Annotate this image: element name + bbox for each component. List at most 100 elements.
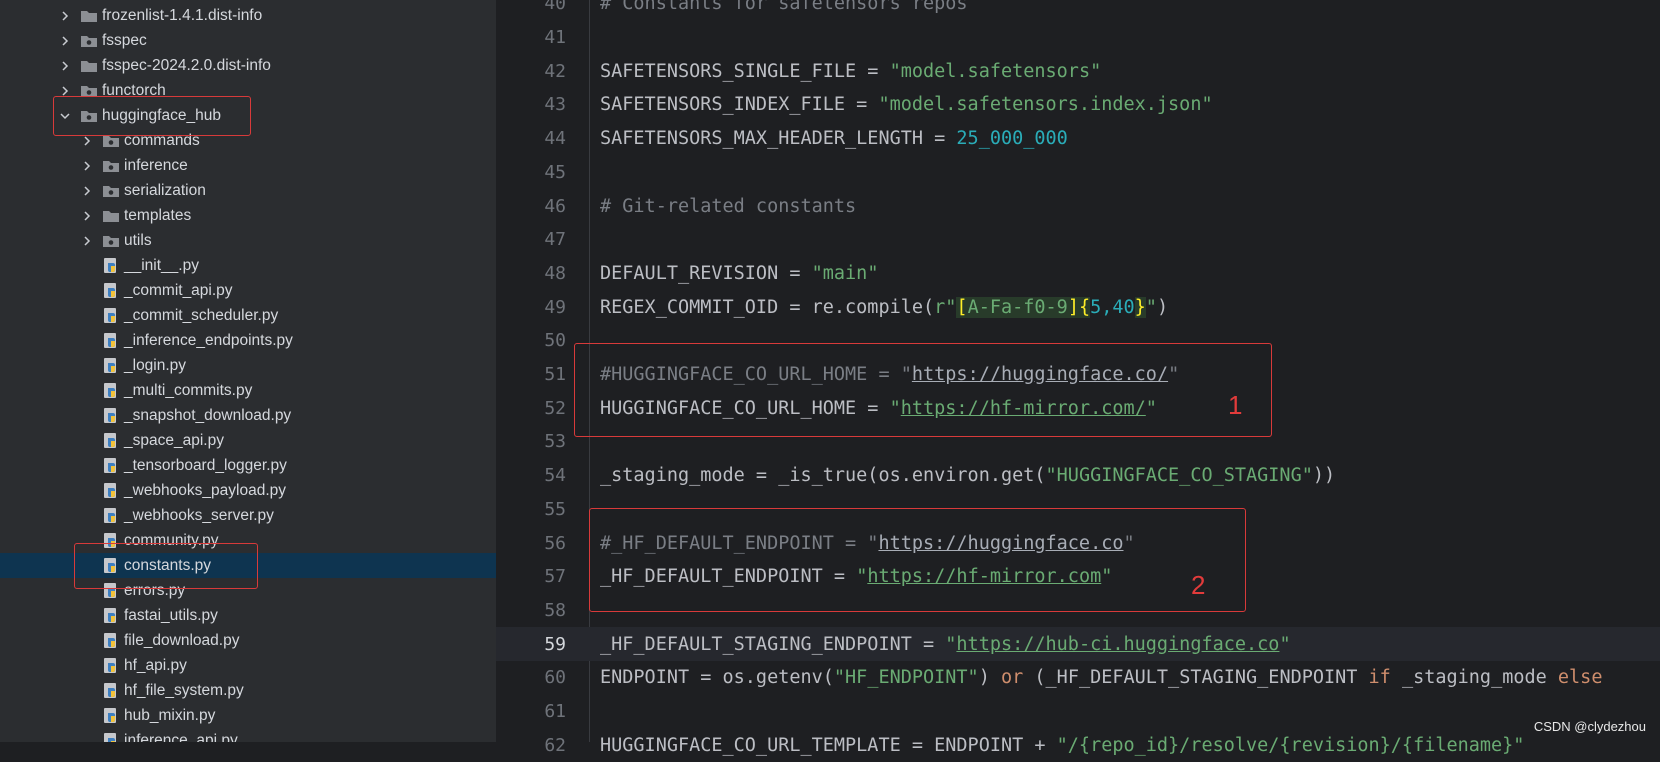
code-line[interactable]: 42 SAFETENSORS_SINGLE_FILE = "model.safet… — [496, 54, 1660, 88]
chevron-right-icon[interactable] — [60, 60, 70, 71]
line-number: 61 — [544, 701, 566, 723]
chevron-right-icon[interactable] — [82, 135, 92, 146]
tree-item[interactable]: _inference_endpoints.py — [0, 328, 496, 353]
tree-item[interactable]: templates — [0, 203, 496, 228]
code-token: HUGGINGFACE_CO_URL_TEMPLATE = ENDPOINT + — [600, 734, 1057, 756]
code-line[interactable]: 48 DEFAULT_REVISION = "main" — [496, 257, 1660, 291]
code-token: REGEX_COMMIT_OID = re.compile( — [600, 296, 935, 318]
code-line[interactable]: 54 _staging_mode = _is_true(os.environ.ge… — [496, 459, 1660, 493]
code-text: #HUGGINGFACE_CO_URL_HOME = "https://hugg… — [600, 364, 1179, 385]
chevron-right-icon[interactable] — [82, 210, 92, 221]
python-file-icon — [102, 407, 120, 423]
line-number: 59 — [544, 633, 566, 655]
tree-item[interactable]: frozenlist-1.4.1.dist-info — [0, 3, 496, 28]
tree-item[interactable]: _webhooks_server.py — [0, 503, 496, 528]
tree-item[interactable]: hub_mixin.py — [0, 703, 496, 728]
code-token-url[interactable]: https://hub-ci.huggingface.co — [956, 634, 1279, 655]
code-line[interactable]: 50 — [496, 324, 1660, 358]
tree-item[interactable]: _login.py — [0, 353, 496, 378]
code-line[interactable]: 55 — [496, 493, 1660, 527]
code-line[interactable]: 40 # Constants for safetensors repos — [496, 0, 1660, 21]
tree-item-label: hub_mixin.py — [124, 706, 216, 724]
code-line[interactable]: 59 _HF_DEFAULT_STAGING_ENDPOINT = "https:… — [496, 627, 1660, 661]
chevron-right-icon[interactable] — [60, 85, 70, 96]
chevron-right-icon[interactable] — [82, 185, 92, 196]
code-line[interactable]: 49 REGEX_COMMIT_OID = re.compile(r"[A-Fa-… — [496, 290, 1660, 324]
tree-item[interactable]: _commit_scheduler.py — [0, 303, 496, 328]
annotation-label-2: 2 — [1191, 570, 1206, 600]
code-line[interactable]: 45 — [496, 156, 1660, 190]
package-folder-icon — [80, 109, 98, 123]
code-token-url[interactable]: https://hf-mirror.com — [867, 566, 1101, 587]
tree-item[interactable]: _commit_api.py — [0, 278, 496, 303]
code-line[interactable]: 43 SAFETENSORS_INDEX_FILE = "model.safete… — [496, 88, 1660, 122]
code-line[interactable]: 53 — [496, 425, 1660, 459]
code-token-number: 25_000_000 — [956, 128, 1068, 150]
code-token-url[interactable]: https://hf-mirror.com/ — [901, 398, 1146, 419]
code-line[interactable]: 58 — [496, 594, 1660, 628]
chevron-down-icon[interactable] — [60, 111, 70, 121]
tree-item[interactable]: errors.py — [0, 578, 496, 603]
chevron-right-icon[interactable] — [82, 160, 92, 171]
tree-item[interactable]: serialization — [0, 178, 496, 203]
code-token-string: "/{repo_id}/resolve/{revision}/{filename… — [1056, 734, 1525, 756]
chevron-right-icon[interactable] — [60, 35, 70, 46]
tree-item[interactable]: hf_api.py — [0, 653, 496, 678]
tree-item[interactable]: _multi_commits.py — [0, 378, 496, 403]
annotation-label-1: 1 — [1228, 390, 1243, 420]
code-line[interactable]: 46 # Git-related constants — [496, 189, 1660, 223]
tree-item-label: file_download.py — [124, 631, 240, 649]
line-number: 47 — [544, 229, 566, 251]
tree-item[interactable]: __init__.py — [0, 253, 496, 278]
code-line[interactable]: 47 — [496, 223, 1660, 257]
tree-item[interactable]: file_download.py — [0, 628, 496, 653]
code-line[interactable]: 60 ENDPOINT = os.getenv("HF_ENDPOINT") or… — [496, 661, 1660, 695]
tree-item[interactable]: fastai_utils.py — [0, 603, 496, 628]
code-token: ) — [1156, 296, 1169, 318]
code-line[interactable]: 44 SAFETENSORS_MAX_HEADER_LENGTH = 25_000… — [496, 122, 1660, 156]
code-token: SAFETENSORS_INDEX_FILE = — [600, 94, 879, 116]
code-line[interactable]: 62 HUGGINGFACE_CO_URL_TEMPLATE = ENDPOINT… — [496, 728, 1660, 762]
code-line[interactable]: 57 _HF_DEFAULT_ENDPOINT = "https://hf-mir… — [496, 560, 1660, 594]
code-line[interactable]: 56 #_HF_DEFAULT_ENDPOINT = "https://huggi… — [496, 526, 1660, 560]
code-text: SAFETENSORS_SINGLE_FILE = "model.safeten… — [600, 61, 1101, 82]
tree-item[interactable]: utils — [0, 228, 496, 253]
tree-item[interactable]: _space_api.py — [0, 428, 496, 453]
code-line[interactable]: 52 HUGGINGFACE_CO_URL_HOME = "https://hf-… — [496, 391, 1660, 425]
tree-item[interactable]: functorch — [0, 78, 496, 103]
tree-item[interactable]: constants.py — [0, 553, 496, 578]
code-token-string: "HUGGINGFACE_CO_STAGING" — [1045, 465, 1313, 487]
python-file-icon — [102, 582, 120, 598]
tree-item-label: inference — [124, 156, 188, 174]
tree-item[interactable]: huggingface_hub — [0, 103, 496, 128]
python-file-icon — [102, 532, 120, 548]
tree-item[interactable]: hf_file_system.py — [0, 678, 496, 703]
tree-item-label: fsspec-2024.2.0.dist-info — [102, 56, 271, 74]
tree-item[interactable]: _snapshot_download.py — [0, 403, 496, 428]
tree-item[interactable]: _tensorboard_logger.py — [0, 453, 496, 478]
tree-item[interactable]: fsspec — [0, 28, 496, 53]
tree-item[interactable]: inference — [0, 153, 496, 178]
code-line[interactable]: 41 — [496, 21, 1660, 55]
python-file-icon — [102, 707, 120, 723]
chevron-right-icon[interactable] — [60, 10, 70, 21]
python-file-icon — [102, 507, 120, 523]
code-token: ) — [978, 667, 1001, 689]
chevron-right-icon[interactable] — [82, 235, 92, 246]
code-line[interactable]: 61 — [496, 695, 1660, 729]
tree-item-label: _tensorboard_logger.py — [124, 456, 287, 474]
code-token-string: r" — [934, 296, 957, 318]
tree-item[interactable]: fsspec-2024.2.0.dist-info — [0, 53, 496, 78]
code-token-curl[interactable]: https://huggingface.co — [878, 533, 1123, 554]
python-file-icon — [102, 382, 120, 398]
tree-item[interactable]: _webhooks_payload.py — [0, 478, 496, 503]
tree-item[interactable]: commands — [0, 128, 496, 153]
tree-item[interactable]: community.py — [0, 528, 496, 553]
code-token-curl[interactable]: https://huggingface.co/ — [912, 364, 1168, 385]
code-line[interactable]: 51 #HUGGINGFACE_CO_URL_HOME = "https://hu… — [496, 358, 1660, 392]
tree-item[interactable]: inference_api.py — [0, 728, 496, 742]
code-token-comment: # Constants for safetensors repos — [600, 0, 968, 15]
